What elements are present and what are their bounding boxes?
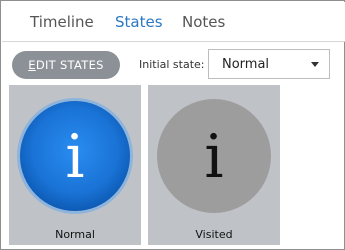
info-icon-normal: i <box>17 98 133 214</box>
info-glyph: i <box>65 122 84 192</box>
edit-states-label: DIT STATES <box>35 58 104 72</box>
tab-notes[interactable]: Notes <box>182 13 225 31</box>
initial-state-label: Initial state: <box>139 58 205 71</box>
initial-state-select[interactable]: Normal <box>208 49 330 79</box>
tab-states[interactable]: States <box>115 13 163 31</box>
info-glyph: i <box>204 122 223 192</box>
state-card-visited[interactable]: i Visited <box>148 85 280 245</box>
state-card-normal[interactable]: i Normal <box>9 85 141 245</box>
info-icon-visited: i <box>157 99 271 213</box>
state-label-normal: Normal <box>55 228 95 241</box>
chevron-down-icon <box>311 62 319 67</box>
info-icon: i <box>16 97 134 215</box>
states-panel: Timeline States Notes E DIT STATES Initia… <box>0 0 345 250</box>
info-icon: i <box>155 97 273 215</box>
initial-state-value: Normal <box>222 57 270 72</box>
state-label-visited: Visited <box>195 228 233 241</box>
tab-timeline[interactable]: Timeline <box>30 13 94 31</box>
edit-states-button[interactable]: E DIT STATES <box>12 51 120 79</box>
edit-states-mnemonic: E <box>28 58 36 72</box>
panel-tabs: Timeline States Notes <box>2 2 345 42</box>
